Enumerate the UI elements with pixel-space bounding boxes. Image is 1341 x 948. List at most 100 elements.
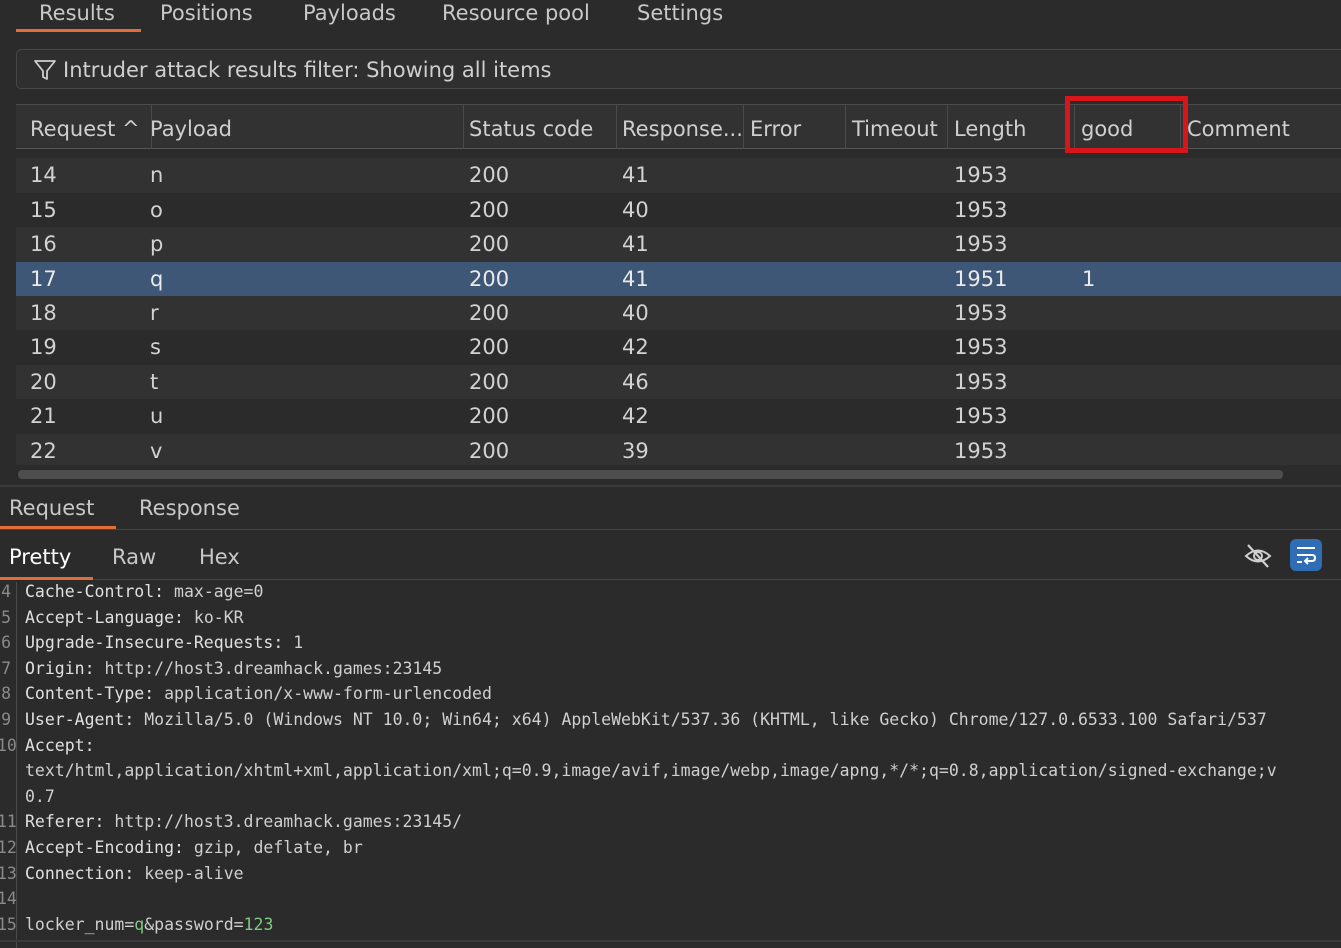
cell-request: 20 [30, 369, 57, 394]
scrollbar-thumb[interactable] [18, 470, 1283, 479]
wrap-lines-icon [1297, 547, 1317, 565]
horizontal-scrollbar[interactable] [16, 467, 1341, 480]
cell-status-code: 200 [469, 232, 510, 257]
table-row[interactable]: 16 p 200 41 1953 [16, 227, 1341, 262]
cell-request: 22 [30, 438, 57, 463]
panel-divider[interactable] [0, 485, 1341, 487]
filter-text: Intruder attack results filter: Showing … [63, 58, 552, 82]
cell-status-code: 200 [469, 369, 510, 394]
code-line: Origin: http://host3.dreamhack.games:231… [25, 658, 443, 678]
col-length[interactable]: Length [948, 105, 1075, 149]
cell-response-received: 42 [622, 404, 649, 429]
tab-payloads[interactable]: Payloads [303, 0, 396, 32]
cell-payload: v [150, 438, 163, 463]
code-line: Accept-Language: ko-KR [25, 607, 244, 627]
cell-length: 1953 [954, 335, 1008, 360]
col-status-code[interactable]: Status code [463, 105, 617, 149]
line-number: 5 [1, 607, 11, 627]
cell-response-received: 39 [622, 149, 649, 158]
cell-response-received: 41 [622, 163, 649, 188]
cell-request: 14 [30, 163, 57, 188]
line-number: 6 [1, 633, 11, 653]
cell-request: 15 [30, 197, 57, 222]
cell-response-received: 42 [622, 335, 649, 360]
request-body-line: locker_num=q&password=123 [25, 914, 274, 934]
col-request[interactable]: Request ^ [24, 105, 152, 149]
tab-results[interactable]: Results [16, 0, 141, 32]
col-comment[interactable]: Comment [1181, 105, 1341, 149]
cell-request: 13 [30, 149, 57, 158]
code-line: Accept-Encoding: gzip, deflate, br [25, 838, 363, 857]
cell-status-code: 200 [469, 163, 510, 188]
tab-raw[interactable]: Raw [112, 545, 156, 569]
col-error[interactable]: Error [744, 105, 846, 149]
tab-resource-pool[interactable]: Resource pool [442, 0, 590, 32]
cell-length: 1953 [954, 369, 1008, 394]
table-row[interactable]: 14 n 200 41 1953 [16, 158, 1341, 193]
cell-length: 1953 [954, 163, 1008, 188]
table-row[interactable]: 22 v 200 39 1953 [16, 433, 1341, 465]
tab-hex[interactable]: Hex [199, 545, 240, 569]
line-number: 4 [1, 582, 11, 601]
code-line: Content-Type: application/x-www-form-url… [25, 684, 492, 704]
table-row[interactable]: 21 u 200 42 1953 [16, 399, 1341, 434]
line-number: 15 [0, 914, 17, 934]
cell-response-received: 46 [622, 369, 649, 394]
line-number: 11 [0, 812, 17, 832]
line-number: 14 [0, 889, 17, 909]
code-line: Accept: [25, 735, 95, 755]
results-filter-bar[interactable]: Intruder attack results filter: Showing … [16, 49, 1341, 89]
code-line: Referer: http://host3.dreamhack.games:23… [25, 812, 463, 832]
cell-payload: p [150, 232, 164, 257]
cell-good: 1 [1082, 266, 1096, 291]
code-line: User-Agent: Mozilla/5.0 (Windows NT 10.0… [25, 710, 1267, 729]
tab-settings[interactable]: Settings [637, 0, 723, 32]
view-tab-bar: Pretty Raw Hex [0, 535, 1341, 580]
code-line: text/html,application/xhtml+xml,applicat… [25, 761, 1277, 781]
bottom-border [0, 940, 1341, 942]
line-number: 8 [1, 684, 11, 704]
col-timeout[interactable]: Timeout [846, 105, 948, 149]
code-line: Upgrade-Insecure-Requests: 1 [25, 633, 304, 653]
cell-status-code: 200 [469, 266, 510, 291]
table-row[interactable]: 20 t 200 46 1953 [16, 364, 1341, 400]
table-row[interactable]: 15 o 200 40 1953 [16, 192, 1341, 228]
cell-request: 21 [30, 404, 57, 429]
message-tab-bar: Request Response [0, 490, 1341, 530]
line-number: 10 [0, 735, 17, 755]
cell-length: 1953 [954, 404, 1008, 429]
tab-response[interactable]: Response [139, 496, 240, 520]
tab-request[interactable]: Request [0, 496, 117, 529]
cell-status-code: 200 [469, 438, 510, 463]
tab-positions[interactable]: Positions [160, 0, 253, 32]
cell-request: 19 [30, 335, 57, 360]
cell-request: 18 [30, 301, 57, 325]
tab-pretty[interactable]: Pretty [0, 545, 94, 580]
good-column-highlight [1065, 96, 1188, 153]
cell-response-received: 40 [622, 197, 649, 222]
col-response-received[interactable]: Response... [616, 105, 744, 149]
table-body: 13 m 200 39 1953 14 n 200 41 1953 15 o 200 40 1953 16 p 2… [16, 149, 1341, 465]
code-line: Connection: keep-alive [25, 863, 244, 883]
cell-payload: m [150, 149, 170, 158]
cell-request: 16 [30, 232, 57, 257]
cell-status-code: 200 [469, 335, 510, 360]
code-line: Cache-Control: max-age=0 [25, 582, 264, 601]
line-number: 9 [1, 710, 11, 729]
cell-payload: q [150, 266, 164, 291]
cell-length: 1951 [954, 266, 1008, 291]
line-wrap-toggle[interactable] [1290, 539, 1322, 571]
cell-status-code: 200 [469, 404, 510, 429]
col-payload[interactable]: Payload [144, 105, 464, 149]
cell-payload: u [150, 404, 164, 429]
cell-request: 17 [30, 266, 57, 291]
table-row[interactable]: 18 r 200 40 1953 [16, 296, 1341, 331]
line-number: 12 [0, 838, 17, 857]
hide-nonprintable-icon[interactable] [1243, 541, 1273, 571]
table-row[interactable]: 19 s 200 42 1953 [16, 330, 1341, 365]
top-tab-bar: Results Positions Payloads Resource pool… [0, 0, 1341, 32]
table-row[interactable]: 17 q 200 41 1951 1 [16, 261, 1341, 296]
cell-payload: o [150, 197, 163, 222]
request-editor[interactable]: 4 Cache-Control: max-age=0 5 Accept-Languag… [0, 582, 1341, 948]
cell-status-code: 200 [469, 197, 510, 222]
